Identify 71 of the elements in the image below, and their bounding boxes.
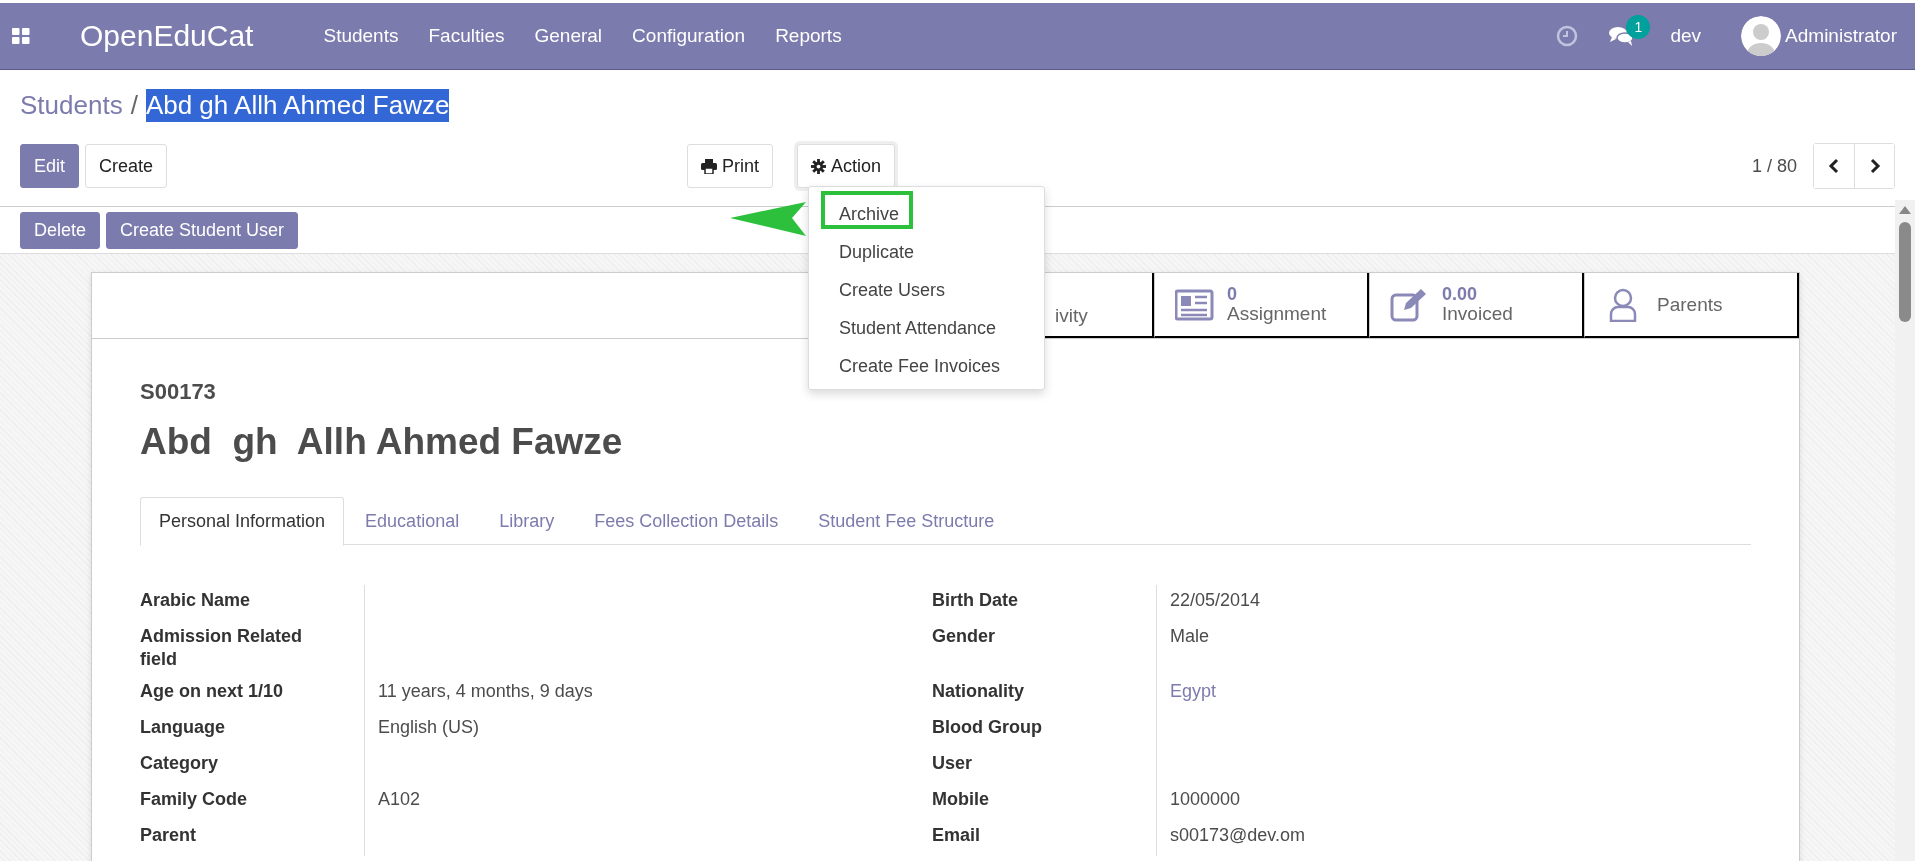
apps-menu-icon[interactable]: [12, 27, 30, 45]
user-name[interactable]: Administrator: [1785, 25, 1897, 47]
field-label: Family Code: [140, 787, 249, 811]
form-tab[interactable]: Library: [480, 497, 574, 546]
field-label: Age on next 1/10: [140, 679, 285, 703]
clock-icon[interactable]: [1556, 25, 1579, 47]
breadcrumb-separator: /: [130, 89, 138, 121]
field-label: Blood Group: [932, 715, 1043, 739]
action-button[interactable]: Action: [797, 144, 896, 188]
field-value: 22/05/2014: [1170, 590, 1261, 610]
menu-item[interactable]: Configuration: [632, 25, 746, 47]
menu-item[interactable]: Faculties: [428, 25, 505, 47]
newspaper-icon: [1175, 287, 1215, 322]
create-button[interactable]: Create: [85, 144, 168, 188]
stat-button[interactable]: 0.00 Invoiced: [1369, 273, 1584, 338]
breadcrumb-link[interactable]: Students: [20, 89, 123, 121]
form-tab[interactable]: Educational: [346, 497, 479, 546]
stat-label: Parents: [1657, 294, 1723, 315]
scroll-up-icon[interactable]: [1899, 206, 1911, 214]
print-icon: [701, 158, 718, 174]
field-label: Category: [140, 751, 220, 775]
field-label: Parent: [140, 823, 198, 847]
stat-button[interactable]: Parents: [1584, 273, 1799, 338]
dropdown-item[interactable]: Create Fee Invoices: [821, 343, 1015, 381]
pager-counter: 1 / 80: [1751, 155, 1797, 177]
field-value: English (US): [378, 716, 480, 737]
field-label: Gender: [932, 625, 997, 648]
stat-value: 0.00: [1442, 285, 1478, 304]
brand-name[interactable]: OpenEduCat: [80, 19, 254, 53]
field-value: 1000000: [1170, 788, 1241, 809]
field-link[interactable]: Egypt: [1170, 680, 1217, 701]
chevron-left-icon: [1828, 158, 1840, 174]
menu-item[interactable]: Reports: [775, 25, 842, 47]
record-code: S00173: [140, 379, 217, 405]
breadcrumb-current: Abd gh Allh Ahmed Fawze: [145, 88, 450, 122]
edit-button[interactable]: Edit: [20, 144, 80, 188]
field-label: Nationality: [932, 679, 1025, 703]
field-label: Birth Date: [932, 589, 1019, 612]
next-button[interactable]: [1854, 144, 1894, 188]
field-value: s00173@dev.om: [1170, 824, 1306, 845]
form-tab[interactable]: Personal Information: [140, 497, 345, 546]
stat-label: Assignment: [1227, 303, 1327, 324]
menu-item[interactable]: Students: [323, 25, 399, 47]
stat-label: Invoiced: [1442, 303, 1513, 324]
field-label: Admission Related field: [140, 625, 304, 672]
form-tab[interactable]: Student Fee Structure: [799, 497, 1014, 546]
field-value: Male: [1170, 626, 1209, 646]
scrollbar[interactable]: [1895, 200, 1915, 861]
print-button[interactable]: Print: [687, 144, 774, 188]
chevron-right-icon: [1868, 158, 1881, 174]
stat-button[interactable]: 0 Assignment: [1154, 273, 1369, 338]
field-value: 11 years, 4 months, 9 days: [378, 680, 593, 701]
header-button[interactable]: Create Student User: [106, 211, 299, 249]
avatar-icon[interactable]: [1741, 16, 1782, 56]
form-tab[interactable]: Fees Collection Details: [575, 497, 798, 546]
gear-icon: [811, 158, 827, 174]
notification-badge: 1: [1626, 15, 1651, 39]
field-label: Email: [932, 823, 982, 847]
stat-value: 0: [1227, 285, 1237, 304]
company-name[interactable]: dev: [1670, 25, 1702, 47]
menu-item[interactable]: General: [534, 25, 603, 47]
field-label: Arabic Name: [140, 589, 252, 612]
dropdown-item[interactable]: Archive: [821, 191, 914, 229]
field-value: A102: [378, 788, 421, 809]
field-label: Mobile: [932, 787, 990, 811]
field-label: Language: [140, 715, 226, 739]
field-label: User: [932, 751, 974, 775]
header-button[interactable]: Delete: [20, 211, 101, 249]
scrollbar-thumb[interactable]: [1899, 222, 1911, 322]
record-name: Abd gh Allh Ahmed Fawze: [140, 421, 624, 463]
dropdown-item[interactable]: Duplicate: [821, 229, 929, 267]
